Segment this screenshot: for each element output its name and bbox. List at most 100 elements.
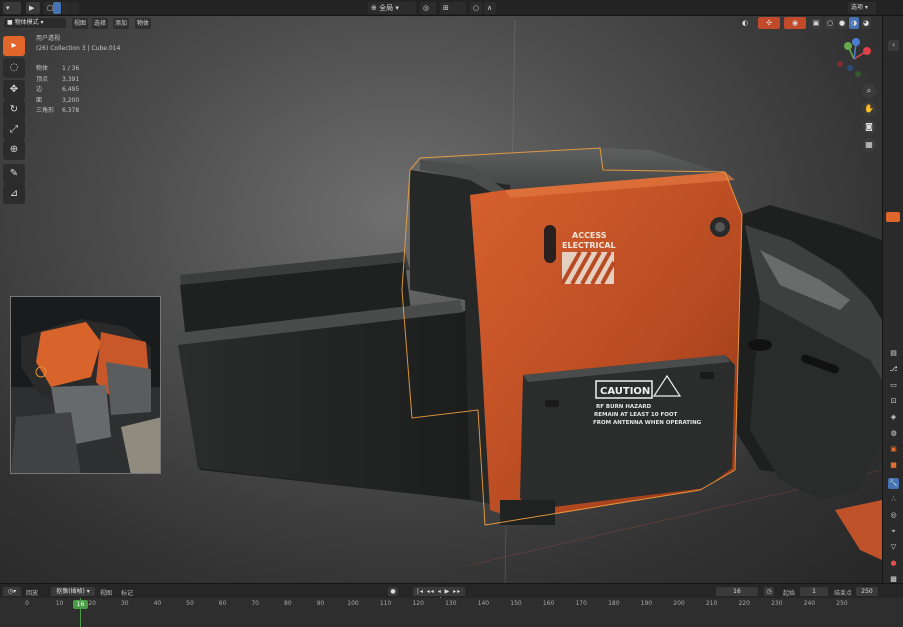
play-icon[interactable]: ▶ — [26, 2, 40, 14]
view-layer-icon[interactable]: ⊡ — [888, 396, 899, 407]
slot-detail — [544, 225, 556, 263]
timeline-tick: 80 — [283, 600, 292, 607]
timeline-tick: 170 — [575, 600, 587, 607]
mode-select-label: 物体模式 — [14, 19, 39, 26]
object-props-icon[interactable]: ■ — [888, 460, 899, 471]
record-icon[interactable]: ● — [388, 587, 398, 596]
snap-icon[interactable]: ⊞ — [440, 2, 466, 14]
timeline-editor-icon[interactable]: ◷▾ — [3, 587, 21, 596]
proportional-edit-icon[interactable]: ○ — [470, 2, 482, 14]
move-tool-icon[interactable]: ✥ — [3, 80, 25, 100]
output-props-icon[interactable]: ▭ — [888, 380, 899, 391]
timeline-tick: 250 — [836, 600, 848, 607]
reference-image — [10, 296, 161, 474]
timeline-tick: 40 — [153, 600, 162, 607]
timeline-tick: 210 — [705, 600, 718, 607]
pan-hand-icon[interactable]: ✋ — [862, 102, 876, 116]
marker-menu[interactable]: 标记 — [121, 588, 133, 597]
measure-tool-icon[interactable]: ⊿ — [3, 184, 25, 204]
material-props-icon[interactable]: ● — [888, 558, 899, 569]
annotate-tool-icon[interactable]: ✎ — [3, 164, 25, 184]
start-frame-field[interactable]: 1 — [800, 587, 828, 596]
options-label: 选项 — [851, 4, 864, 11]
transform-orientation-label: 全局 — [379, 4, 394, 12]
rotate-tool-icon[interactable]: ↻ — [3, 100, 25, 120]
end-label: 结束点 — [834, 590, 853, 597]
gizmo-toggle-icon[interactable]: ✣ — [758, 17, 780, 29]
timeline-tick: 60 — [218, 600, 227, 607]
properties-strip: ‹ ▤ ⎇ ▭ ⊡ ◈ ◍ ▣ ■ 🔧 ∴ ◎ ⌖ ▽ ● ▩ — [882, 16, 903, 583]
xray-icon[interactable]: ▣ — [810, 17, 822, 29]
access-line2: ELECTRICAL — [562, 241, 616, 250]
timeline-tick: 0 — [25, 600, 29, 607]
viewport-info: 用户透视 (26) Collection 3 | Cube.014 — [36, 34, 120, 54]
view-menu[interactable]: 视图 — [72, 18, 89, 29]
cursor-tool-icon[interactable]: ◌ — [3, 58, 25, 78]
playback-controls[interactable]: |◂ ◂◂ ◂ ▶ ▸▸ ▸| — [413, 587, 465, 604]
clock-icon[interactable]: ◷ — [764, 587, 774, 596]
editor-type-icon[interactable]: ▾ — [3, 2, 21, 14]
add-menu[interactable]: 添加 — [113, 18, 130, 29]
visibility-icon[interactable]: ◐ — [736, 17, 754, 29]
timeline-tick: 30 — [120, 600, 129, 607]
collection-props-icon[interactable]: ▣ — [888, 444, 899, 455]
select-menu[interactable]: 选择 — [92, 18, 109, 29]
object-menu[interactable]: 物体 — [135, 18, 152, 29]
select-mode-icon-2[interactable] — [62, 2, 70, 14]
timeline-view-menu[interactable]: 视图 — [100, 588, 112, 597]
caution-line3: FROM ANTENNA WHEN OPERATING — [593, 420, 702, 426]
ortho-grid-icon[interactable]: ▦ — [862, 138, 876, 152]
object-path: (26) Collection 3 | Cube.014 — [36, 45, 121, 52]
playhead-frame-badge[interactable]: 16 — [73, 600, 88, 609]
scene-stats: 物体 1 / 36 顶点 3,391 边 6,495 面 3,200 三角形 6,378 — [36, 64, 79, 117]
timeline-ruler[interactable]: 0 10 20 30 40 50 60 70 80 90 100 110 120 130 140 150 160… — [0, 598, 903, 627]
timeline-tick: 220 — [738, 600, 750, 607]
navigation-gizmo[interactable] — [830, 34, 880, 84]
pivot-icon[interactable]: ◎ — [420, 2, 436, 14]
keying-menu-label: 抠像(插帧) — [56, 588, 85, 595]
data-props-icon[interactable]: ▽ — [888, 542, 899, 553]
zoom-icon[interactable]: ⌕ — [862, 84, 876, 98]
select-tool-icon[interactable]: ▸ — [3, 36, 25, 56]
timeline-tick: 150 — [510, 600, 522, 607]
caution-title: CAUTION — [600, 386, 650, 397]
world-props-icon[interactable]: ◍ — [888, 428, 899, 439]
timeline-tick: 180 — [608, 600, 620, 607]
camera-view-icon[interactable]: ◙ — [862, 120, 876, 134]
select-box-icon[interactable]: ▢ — [44, 2, 54, 14]
current-frame-field[interactable]: 16 — [716, 587, 758, 596]
timeline-tick: 50 — [186, 600, 194, 607]
shading-rendered-icon[interactable]: ◕ — [861, 17, 871, 29]
options-dropdown[interactable]: 选项 ▾ — [848, 2, 876, 14]
scale-tool-icon[interactable]: ⤢ — [3, 120, 25, 140]
stat-triangles: 三角形 6,378 — [36, 107, 80, 114]
sidebar-toggle-icon[interactable]: ‹ — [888, 40, 899, 51]
keying-menu[interactable]: 抠像(插帧) ▾ — [51, 587, 95, 596]
blender-window: ▾ ▶ ▢ ⊕ 全局 ▾ ◎ ⊞ ○ ∧ 选项 ▾ ACCESS ELECTRI… — [0, 0, 903, 627]
timeline-tick: 20 — [88, 600, 97, 607]
stat-edges: 边 6,495 — [36, 86, 80, 93]
viewport-header: ■ 物体模式 ▾ 视图 选择 添加 物体 ◐ ✣ ◉ ▣ ○ ● ◑ ◕ — [0, 16, 882, 31]
timeline-tick: 160 — [542, 600, 555, 607]
transform-orientation-select[interactable]: ⊕ 全局 ▾ — [368, 2, 416, 14]
render-props-icon[interactable]: ⎇ — [888, 364, 899, 375]
falloff-icon[interactable]: ∧ — [484, 2, 496, 14]
shading-material-icon[interactable]: ◑ — [849, 17, 859, 29]
overlay-toggle-icon[interactable]: ◉ — [784, 17, 806, 29]
shading-wire-icon[interactable]: ○ — [825, 17, 835, 29]
particles-props-icon[interactable]: ∴ — [888, 494, 899, 505]
select-mode-icon[interactable] — [53, 2, 61, 14]
playback-menu[interactable]: 回放 — [26, 588, 38, 597]
timeline-header: ◷▾ 回放 抠像(插帧) ▾ 视图 标记 ● |◂ ◂◂ ◂ ▶ ▸▸ ▸| 1… — [0, 583, 903, 604]
mode-select[interactable]: ■ 物体模式 ▾ — [3, 17, 67, 29]
transform-tool-icon[interactable]: ⊕ — [3, 140, 25, 160]
shading-solid-icon[interactable]: ● — [837, 17, 847, 29]
constraints-props-icon[interactable]: ⌖ — [888, 526, 899, 537]
start-label: 起始 — [783, 590, 796, 597]
modifier-props-icon[interactable]: 🔧 — [888, 478, 899, 489]
tool-props-icon[interactable]: ▤ — [888, 348, 899, 359]
select-mode-icon-3[interactable] — [71, 2, 79, 14]
physics-props-icon[interactable]: ◎ — [888, 510, 899, 521]
scene-props-icon[interactable]: ◈ — [888, 412, 899, 423]
end-frame-field[interactable]: 250 — [856, 587, 878, 596]
